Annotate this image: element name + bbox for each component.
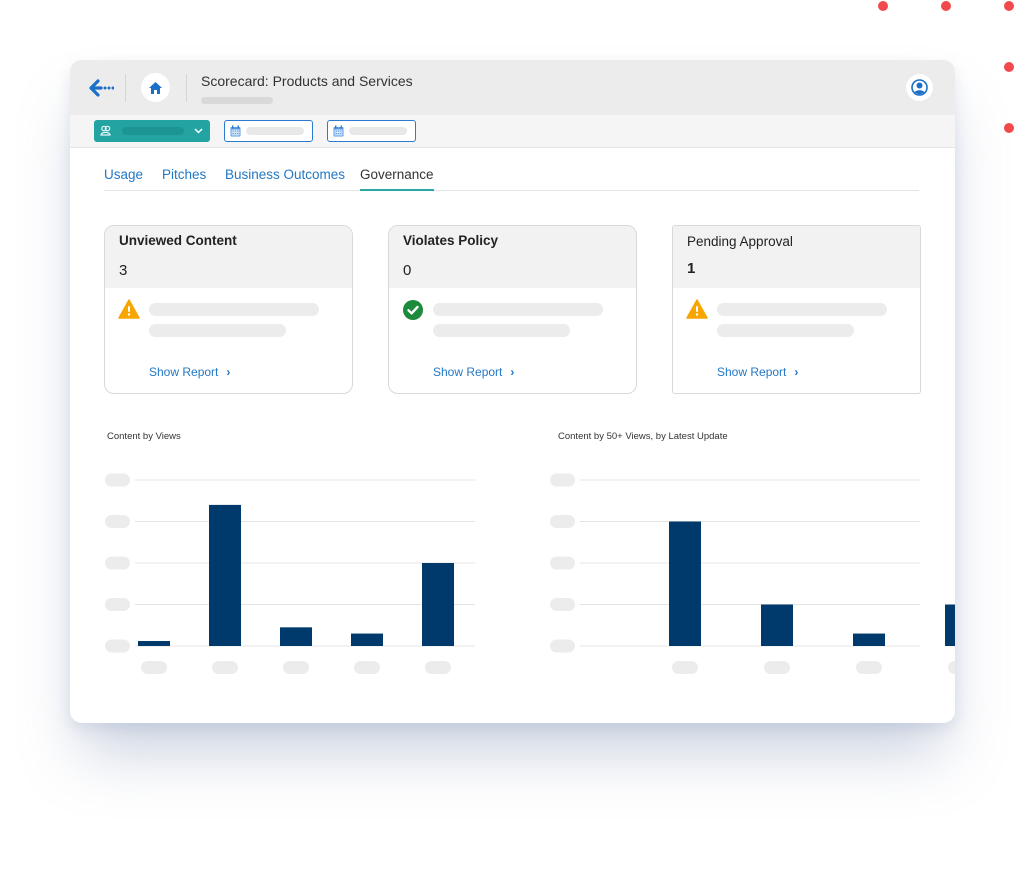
bar[interactable] bbox=[351, 633, 383, 646]
violates-policy-card: Violates Policy 0 Show Report › bbox=[388, 225, 637, 394]
decorative-dot bbox=[1004, 123, 1014, 133]
text-placeholder bbox=[717, 303, 887, 316]
show-report-link[interactable]: Show Report › bbox=[433, 365, 514, 379]
user-avatar-button[interactable] bbox=[906, 74, 933, 101]
y-tick-label-placeholder bbox=[550, 515, 575, 528]
start-date-field[interactable] bbox=[224, 120, 313, 142]
card-value: 3 bbox=[119, 262, 128, 279]
bar[interactable] bbox=[945, 604, 955, 647]
decorative-dot bbox=[1004, 62, 1014, 72]
card-title: Unviewed Content bbox=[119, 233, 237, 248]
header-bar: Scorecard: Products and Services bbox=[70, 60, 955, 115]
unviewed-content-card: Unviewed Content 3 Show Report › bbox=[104, 225, 353, 394]
chart-title-content-by-latest-update: Content by 50+ Views, by Latest Update bbox=[558, 431, 728, 442]
bar[interactable] bbox=[280, 627, 312, 646]
team-icon bbox=[100, 125, 111, 136]
bar[interactable] bbox=[853, 633, 885, 646]
end-date-field[interactable] bbox=[327, 120, 416, 142]
user-avatar-icon bbox=[911, 79, 928, 96]
check-circle-icon bbox=[403, 300, 423, 320]
show-report-link[interactable]: Show Report › bbox=[717, 365, 798, 379]
x-tick-label-placeholder bbox=[212, 661, 238, 674]
end-date-placeholder bbox=[349, 127, 407, 135]
show-report-label: Show Report bbox=[717, 365, 787, 379]
y-tick-label-placeholder bbox=[105, 473, 130, 487]
chevron-right-icon: › bbox=[794, 365, 799, 379]
filter-toolbar bbox=[70, 115, 955, 148]
card-header: Pending Approval 1 bbox=[673, 226, 920, 288]
text-placeholder bbox=[149, 324, 286, 337]
subtitle-placeholder bbox=[201, 97, 273, 104]
app-window: Scorecard: Products and Services Usage P… bbox=[70, 60, 955, 723]
text-placeholder bbox=[717, 324, 854, 337]
chart-title-content-by-views: Content by Views bbox=[107, 431, 181, 442]
chevron-right-icon: › bbox=[510, 365, 515, 379]
tab-governance[interactable]: Governance bbox=[360, 167, 434, 191]
x-tick-label-placeholder bbox=[354, 661, 380, 674]
x-tick-label-placeholder bbox=[948, 661, 955, 674]
page-title: Scorecard: Products and Services bbox=[201, 73, 413, 89]
x-tick-label-placeholder bbox=[425, 661, 451, 674]
x-tick-label-placeholder bbox=[856, 661, 882, 674]
bar[interactable] bbox=[138, 641, 170, 646]
calendar-icon bbox=[333, 125, 344, 137]
y-tick-label-placeholder bbox=[550, 598, 575, 611]
y-tick-label-placeholder bbox=[105, 556, 130, 570]
bar[interactable] bbox=[669, 521, 701, 647]
pending-approval-card: Pending Approval 1 Show Report › bbox=[672, 225, 921, 394]
divider bbox=[186, 74, 187, 102]
text-placeholder bbox=[149, 303, 319, 316]
x-tick-label-placeholder bbox=[283, 661, 309, 674]
show-report-link[interactable]: Show Report › bbox=[149, 365, 230, 379]
start-date-placeholder bbox=[246, 127, 304, 135]
warning-icon bbox=[118, 299, 140, 319]
tab-usage[interactable]: Usage bbox=[104, 167, 143, 190]
y-tick-label-placeholder bbox=[105, 598, 130, 611]
card-header: Violates Policy 0 bbox=[389, 226, 636, 288]
card-value: 0 bbox=[403, 262, 412, 279]
bar[interactable] bbox=[422, 563, 454, 646]
card-title: Violates Policy bbox=[403, 233, 499, 248]
back-button[interactable] bbox=[88, 77, 115, 99]
y-tick-label-placeholder bbox=[550, 556, 575, 570]
tab-business-outcomes[interactable]: Business Outcomes bbox=[225, 167, 345, 190]
y-tick-label-placeholder bbox=[105, 515, 130, 528]
card-header: Unviewed Content 3 bbox=[105, 226, 352, 288]
text-placeholder bbox=[433, 324, 570, 337]
tab-pitches[interactable]: Pitches bbox=[162, 167, 206, 190]
chevron-right-icon: › bbox=[226, 365, 231, 379]
text-placeholder bbox=[433, 303, 603, 316]
warning-icon bbox=[686, 299, 708, 319]
home-icon bbox=[149, 81, 162, 94]
bar[interactable] bbox=[209, 504, 241, 646]
x-tick-label-placeholder bbox=[764, 661, 790, 674]
tab-bar: Usage Pitches Business Outcomes Governan… bbox=[104, 167, 919, 191]
divider bbox=[125, 74, 126, 102]
team-select-placeholder bbox=[122, 127, 184, 135]
x-tick-label-placeholder bbox=[141, 661, 167, 674]
calendar-icon bbox=[230, 125, 241, 137]
content-by-latest-update-chart bbox=[550, 473, 955, 674]
decorative-dot bbox=[1004, 1, 1014, 11]
x-tick-label-placeholder bbox=[672, 661, 698, 674]
show-report-label: Show Report bbox=[149, 365, 219, 379]
back-arrow-icon bbox=[89, 79, 115, 97]
decorative-dot bbox=[878, 1, 888, 11]
team-select-dropdown[interactable] bbox=[94, 120, 210, 142]
card-title: Pending Approval bbox=[687, 234, 793, 249]
card-value: 1 bbox=[687, 260, 696, 277]
y-tick-label-placeholder bbox=[105, 639, 130, 653]
bar[interactable] bbox=[761, 604, 793, 647]
y-tick-label-placeholder bbox=[550, 473, 575, 487]
show-report-label: Show Report bbox=[433, 365, 503, 379]
chevron-down-icon bbox=[194, 128, 203, 134]
home-button[interactable] bbox=[141, 73, 170, 102]
content-by-views-chart bbox=[105, 473, 475, 674]
decorative-dot bbox=[941, 1, 951, 11]
y-tick-label-placeholder bbox=[550, 639, 575, 653]
